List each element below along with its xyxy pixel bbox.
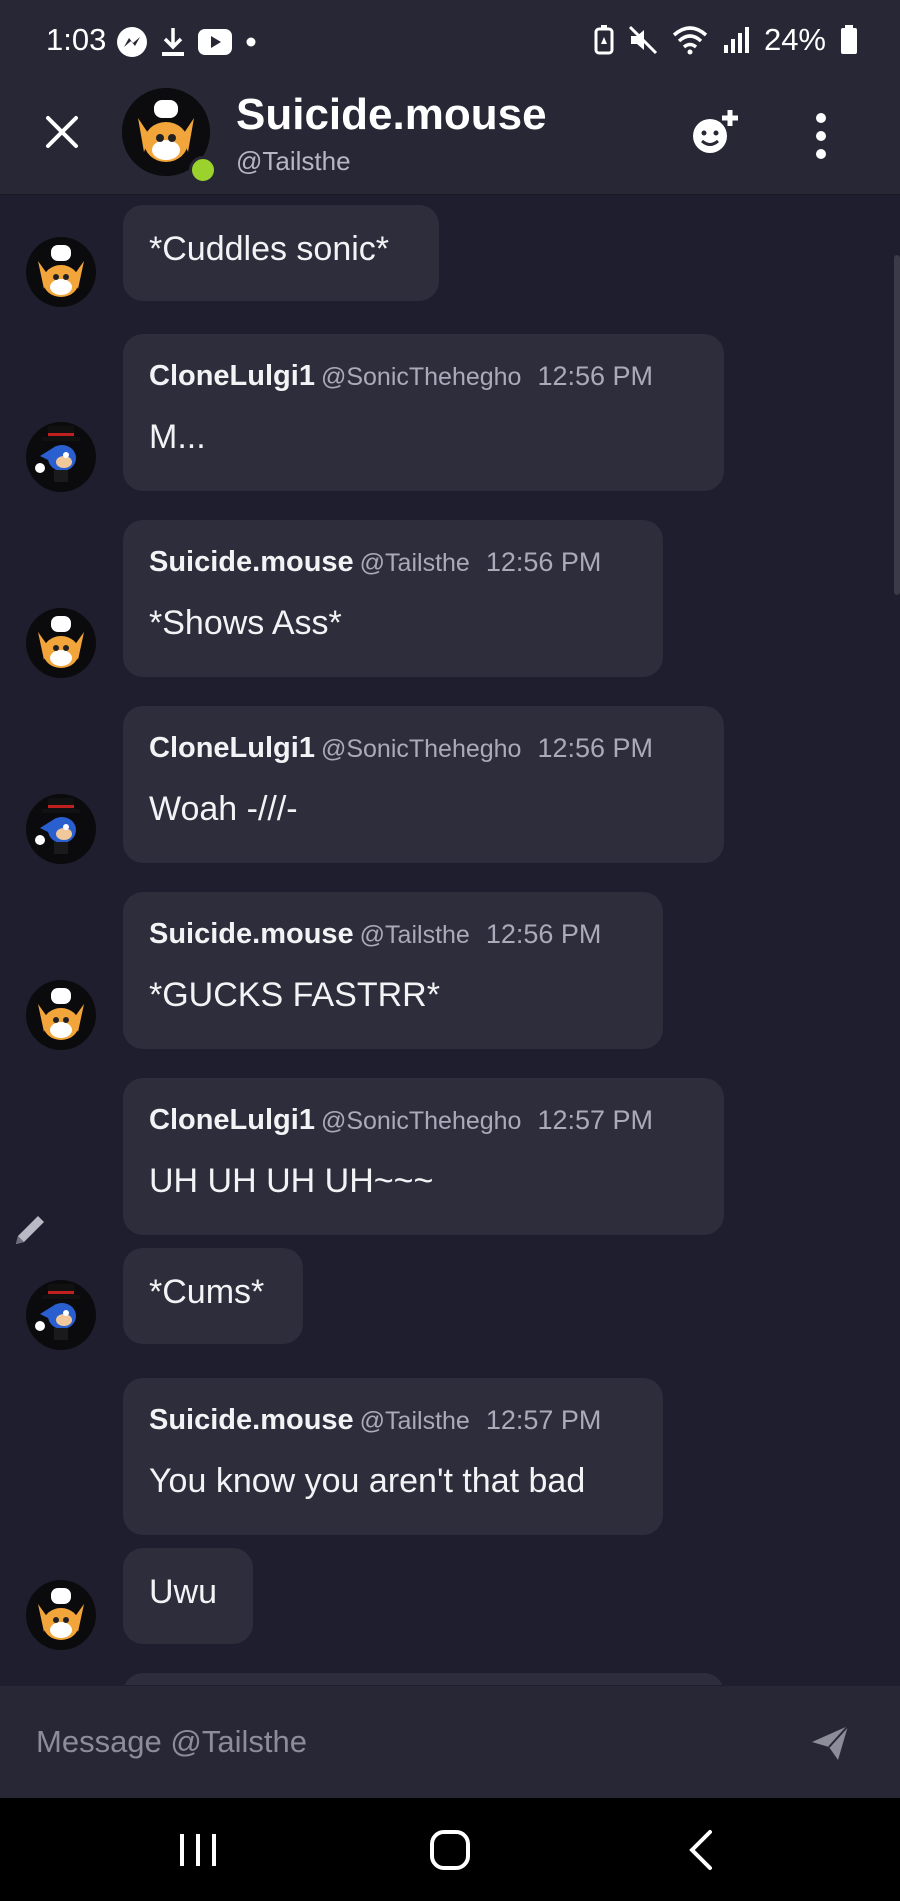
- message-meta: Suicide.mouse @Tailsthe 12:57 PM: [149, 1404, 601, 1437]
- battery-icon: [841, 25, 857, 54]
- message-author[interactable]: Suicide.mouse: [149, 1404, 354, 1436]
- message-text: Uwu: [149, 1573, 218, 1611]
- mute-icon: [628, 25, 658, 55]
- message-author[interactable]: Suicide.mouse: [149, 918, 354, 950]
- signal-icon: [723, 27, 749, 53]
- message-bubble[interactable]: *Cuddles sonic*: [123, 205, 439, 301]
- sonic-avatar[interactable]: [26, 422, 96, 492]
- message-timestamp: 12:56 PM: [537, 733, 654, 763]
- message-handle: @SonicThehegho: [320, 1107, 522, 1135]
- messenger-icon: [117, 27, 147, 57]
- message-bubble[interactable]: CloneLulgi1 @SonicThehegho 12:56 PM M...: [123, 334, 724, 491]
- message-composer: [0, 1686, 900, 1798]
- message-text: *Cuddles sonic*: [149, 230, 390, 268]
- message-handle: @Tailsthe: [359, 921, 470, 949]
- close-icon[interactable]: [42, 112, 82, 152]
- message-bubble[interactable]: [123, 1673, 724, 1685]
- status-time: 1:03: [46, 22, 107, 57]
- battery-percent: 24%: [763, 22, 826, 57]
- back-icon[interactable]: [678, 1828, 726, 1872]
- message-bubble[interactable]: Uwu: [123, 1548, 253, 1644]
- message-text: M...: [149, 418, 206, 456]
- message-text: You know you aren't that bad: [149, 1462, 586, 1500]
- message-bubble[interactable]: Suicide.mouse @Tailsthe 12:56 PM *Shows As…: [123, 520, 663, 677]
- message-meta: CloneLulgi1 @SonicThehegho 12:56 PM: [149, 360, 653, 393]
- tails-avatar[interactable]: [26, 980, 96, 1050]
- dot-icon: [246, 37, 256, 47]
- message-bubble[interactable]: CloneLulgi1 @SonicThehegho 12:57 PM UH UH …: [123, 1078, 724, 1235]
- message-text: *Cums*: [149, 1273, 265, 1311]
- page-subtitle: @Tailsthe: [236, 146, 351, 176]
- message-meta: Suicide.mouse @Tailsthe 12:56 PM: [149, 546, 601, 579]
- message-timestamp: 12:56 PM: [537, 361, 654, 391]
- message-meta: CloneLulgi1 @SonicThehegho 12:56 PM: [149, 732, 653, 765]
- message-text: *Shows Ass*: [149, 604, 342, 642]
- message-bubble[interactable]: Suicide.mouse @Tailsthe 12:56 PM *GUCKS FA…: [123, 892, 663, 1049]
- message-text: Woah -///-: [149, 790, 298, 828]
- message-meta: Suicide.mouse @Tailsthe 12:56 PM: [149, 918, 601, 951]
- youtube-icon: [198, 29, 232, 55]
- online-status-dot: [189, 156, 217, 184]
- message-handle: @SonicThehegho: [320, 735, 522, 763]
- message-bubble[interactable]: CloneLulgi1 @SonicThehegho 12:56 PM Woah -…: [123, 706, 724, 863]
- message-input[interactable]: [0, 1686, 780, 1798]
- message-timestamp: 12:56 PM: [485, 547, 602, 577]
- message-handle: @Tailsthe: [359, 1407, 470, 1435]
- download-icon: [162, 28, 184, 56]
- message-text: UH UH UH UH~~~: [149, 1162, 434, 1200]
- send-icon[interactable]: [808, 1720, 852, 1764]
- add-friend-icon[interactable]: [686, 106, 742, 162]
- sonic-avatar[interactable]: [26, 794, 96, 864]
- message-timestamp: 12:57 PM: [537, 1105, 654, 1135]
- message-bubble[interactable]: *Cums*: [123, 1248, 303, 1344]
- tails-avatar[interactable]: [26, 237, 96, 307]
- recents-icon[interactable]: [176, 1828, 224, 1872]
- message-handle: @SonicThehegho: [320, 363, 522, 391]
- message-list[interactable]: *Cuddles sonic* CloneLulgi1 @SonicThehegh…: [0, 195, 900, 1685]
- home-icon[interactable]: [426, 1828, 474, 1872]
- message-author[interactable]: Suicide.mouse: [149, 546, 354, 578]
- system-nav-bar: [0, 1798, 900, 1901]
- message-author[interactable]: CloneLulgi1: [149, 360, 315, 392]
- tails-avatar[interactable]: [26, 608, 96, 678]
- message-text: *GUCKS FASTRR*: [149, 976, 440, 1014]
- notification-icons: [116, 26, 258, 58]
- edit-pencil-icon[interactable]: [8, 1208, 52, 1252]
- chat-header: Suicide.mouse @Tailsthe: [0, 84, 900, 195]
- wifi-icon: [672, 26, 708, 55]
- message-timestamp: 12:56 PM: [485, 919, 602, 949]
- scrollbar[interactable]: [894, 255, 900, 595]
- tails-avatar[interactable]: [26, 1580, 96, 1650]
- message-author[interactable]: CloneLulgi1: [149, 1104, 315, 1136]
- status-bar: 1:03 24%: [0, 0, 900, 84]
- message-timestamp: 12:57 PM: [485, 1405, 602, 1435]
- more-options-icon[interactable]: [808, 110, 834, 162]
- message-handle: @Tailsthe: [359, 549, 470, 577]
- battery-saver-icon: [594, 25, 614, 55]
- page-title: Suicide.mouse: [236, 90, 547, 139]
- sonic-avatar[interactable]: [26, 1280, 96, 1350]
- message-author[interactable]: CloneLulgi1: [149, 732, 315, 764]
- system-icons: 24%: [594, 22, 858, 58]
- message-meta: CloneLulgi1 @SonicThehegho 12:57 PM: [149, 1104, 653, 1137]
- message-bubble[interactable]: Suicide.mouse @Tailsthe 12:57 PM You know …: [123, 1378, 663, 1535]
